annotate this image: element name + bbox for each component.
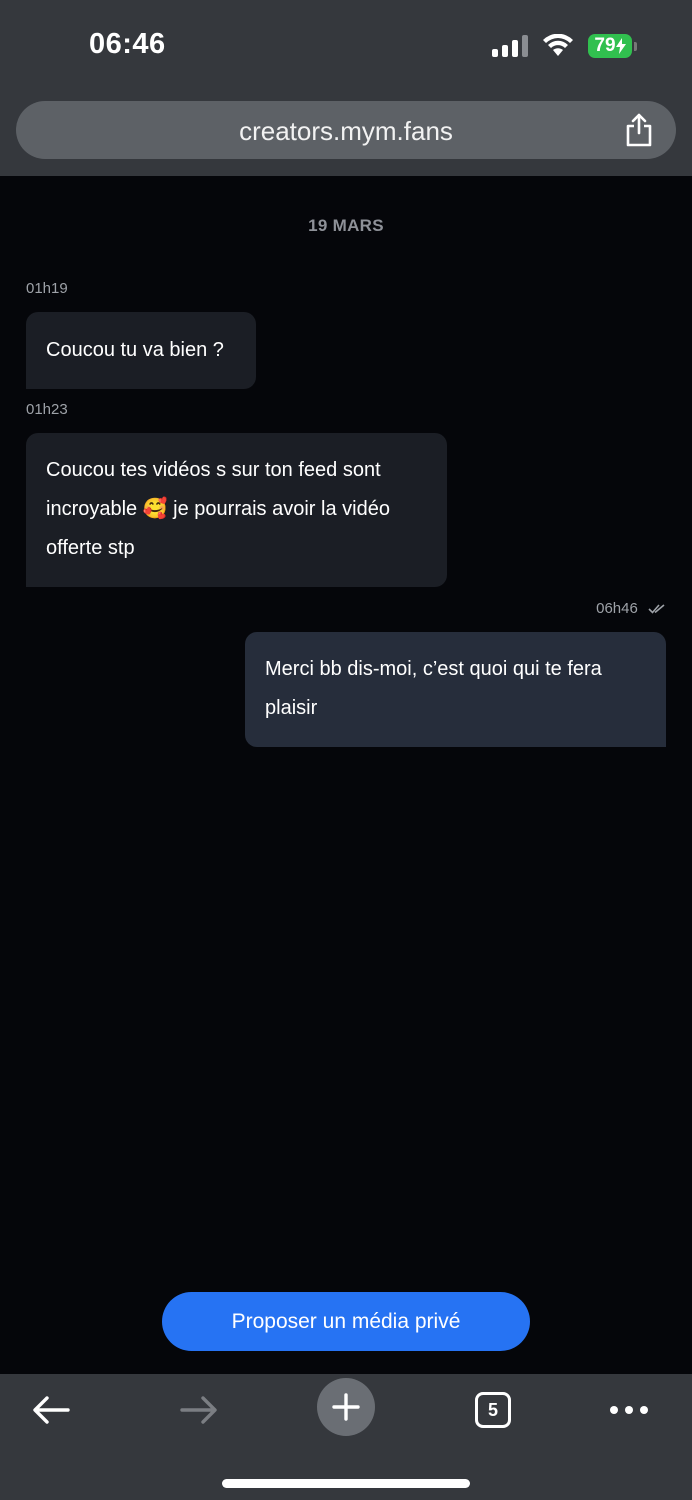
battery-icon: 79 <box>588 34 637 58</box>
tabs-button[interactable]: 5 <box>474 1384 512 1436</box>
charging-icon <box>615 38 626 54</box>
message-text-line: Merci bb dis-moi, c’est quoi qui te fera <box>265 658 602 680</box>
status-time: 06:46 <box>89 28 166 60</box>
home-indicator[interactable] <box>222 1479 470 1488</box>
message-text: Coucou tu va bien ? <box>46 339 224 361</box>
plus-icon <box>317 1378 375 1436</box>
forward-arrow-icon <box>180 1396 217 1424</box>
forward-button[interactable] <box>176 1384 222 1436</box>
tab-count: 5 <box>487 1399 498 1420</box>
message-time: 01h19 <box>26 280 68 297</box>
message-time: 06h46 <box>596 600 638 617</box>
message-text-line: plaisir <box>265 697 318 719</box>
date-separator: 19 MARS <box>308 216 384 235</box>
message-bubble-incoming[interactable]: Coucou tu va bien ? <box>26 312 256 389</box>
wifi-icon <box>543 34 573 56</box>
more-menu-button[interactable] <box>608 1384 650 1436</box>
status-indicators: 79 <box>492 33 637 59</box>
read-ticks-icon <box>648 604 665 614</box>
message-time-row: 06h46 <box>596 600 666 617</box>
back-arrow-icon <box>33 1396 70 1424</box>
message-text-line: offerte stp <box>46 537 135 559</box>
share-icon[interactable] <box>624 113 654 147</box>
signal-icon <box>492 35 528 57</box>
new-tab-button[interactable] <box>317 1378 375 1436</box>
battery-level: 79 <box>594 35 616 56</box>
message-text-line: incroyable 🥰 je pourrais avoir la vidéo <box>46 498 390 520</box>
message-text-line: Coucou tes vidéos s sur ton feed sont <box>46 459 381 481</box>
propose-private-media-button[interactable]: Proposer un média privé <box>162 1292 530 1351</box>
browser-top-chrome: 06:46 79 creators.mym.fans <box>0 0 692 176</box>
url-text: creators.mym.fans <box>239 116 453 146</box>
tabs-icon: 5 <box>475 1392 511 1428</box>
message-time: 01h23 <box>26 401 68 418</box>
address-bar[interactable]: creators.mym.fans <box>16 101 676 159</box>
more-icon <box>610 1406 648 1414</box>
message-bubble-outgoing[interactable]: Merci bb dis-moi, c’est quoi qui te fera… <box>245 632 666 747</box>
back-button[interactable] <box>28 1384 74 1436</box>
message-bubble-incoming[interactable]: Coucou tes vidéos s sur ton feed sont in… <box>26 433 447 587</box>
